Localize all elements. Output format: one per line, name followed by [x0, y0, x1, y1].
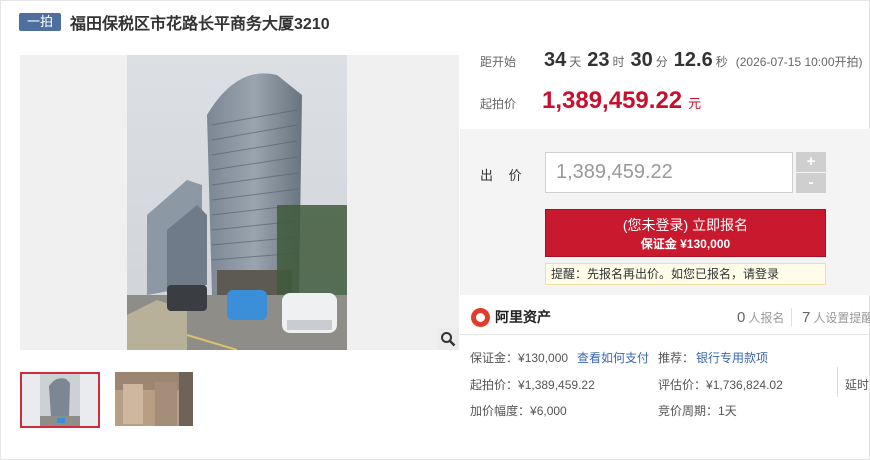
thumbnail-1[interactable]	[20, 372, 100, 428]
countdown-days-unit: 天	[569, 55, 582, 69]
magnifier-icon[interactable]	[437, 328, 459, 350]
ali-assets-logo-icon	[471, 307, 490, 327]
reminder-count: 7	[802, 309, 811, 326]
platform-name: 阿里资产	[495, 309, 551, 325]
platform-logo[interactable]: 阿里资产	[471, 307, 551, 327]
appraisal-info: 评估价：¥1,736,824.02	[658, 376, 783, 393]
bid-amount-input[interactable]	[545, 152, 793, 193]
countdown-hours-unit: 时	[612, 55, 625, 69]
thumbnail-building-image	[22, 374, 98, 426]
bid-panel: 出 价 + - (您未登录) 立即报名 保证金 ¥130,000 提醒：先报名再…	[460, 129, 870, 295]
increment-info: 加价幅度：¥6,000	[470, 402, 567, 419]
countdown-label: 距开始	[480, 55, 517, 69]
platform-bar: 阿里资产 0 人报名 7 人设置提醒	[460, 297, 870, 335]
countdown-minutes-unit: 分	[655, 55, 668, 69]
deposit-note: 保证金 ¥130,000	[640, 237, 731, 251]
bid-label: 出 价	[480, 168, 528, 183]
countdown-minutes: 30	[630, 49, 653, 71]
deposit-value: ¥130,000	[518, 351, 569, 365]
starting-price-row: 起拍价 1,389,459.22 元	[480, 87, 701, 115]
increase-bid-button[interactable]: +	[796, 152, 826, 172]
starting-price-label: 起拍价	[480, 97, 517, 111]
reminder-label: 人设置提醒	[813, 311, 870, 325]
bidding-cycle-label: 竞价周期：	[658, 404, 719, 418]
auction-type-tag: 一拍	[19, 13, 62, 31]
countdown-hours: 23	[587, 49, 610, 71]
signup-count: 0	[737, 309, 746, 326]
signup-label: 人报名	[748, 311, 785, 325]
bank-payment-link[interactable]: 银行专用款项	[696, 349, 768, 366]
bidding-cycle-info: 竞价周期：1天	[658, 402, 737, 419]
how-to-pay-link[interactable]: 查看如何支付	[577, 349, 649, 366]
bid-stepper: + -	[796, 152, 826, 193]
countdown: 距开始 34 天 23 时 30 分 12.6 秒 (2026-07-15 10…	[480, 49, 863, 72]
signup-stat: 0 人报名	[737, 309, 784, 326]
increment-value: ¥6,000	[530, 404, 567, 418]
price-unit: 元	[688, 96, 702, 111]
reminder-stat: 7 人设置提醒	[802, 309, 870, 326]
thumbnail-2[interactable]	[115, 372, 193, 426]
login-notice: 提醒：先报名再出价。如您已报名，请登录	[545, 263, 826, 285]
countdown-seconds: 12.6	[673, 49, 713, 71]
appraisal-label: 评估价：	[658, 378, 707, 392]
increment-label: 加价幅度：	[470, 404, 531, 418]
auction-card: 一拍 福田保税区市花路长平商务大厦3210 距开始 34 天 23 时 30 分…	[0, 0, 870, 460]
building-photo	[127, 55, 347, 350]
bidding-cycle-value: 1天	[718, 404, 737, 418]
delay-label: 延时	[845, 378, 870, 392]
detail-divider	[837, 367, 838, 397]
start-price-label: 起拍价：	[470, 378, 519, 392]
start-price-info: 起拍价：¥1,389,459.22	[470, 376, 595, 393]
countdown-days: 34	[544, 49, 567, 71]
start-price-value: ¥1,389,459.22	[518, 378, 595, 392]
deposit-info: 保证金：¥130,000	[470, 349, 568, 366]
stat-divider	[791, 308, 792, 326]
thumbnail-interior-image	[115, 372, 193, 426]
title-bar: 一拍 福田保税区市花路长平商务大厦3210	[19, 11, 330, 33]
main-image[interactable]	[20, 55, 459, 350]
recommend-label: 推荐：	[658, 351, 695, 365]
starting-price: 1,389,459.22	[542, 87, 683, 114]
countdown-seconds-unit: 秒	[715, 55, 728, 69]
page-title: 福田保税区市花路长平商务大厦3210	[70, 16, 330, 33]
deposit-label: 保证金：	[470, 351, 519, 365]
register-button-label: (您未登录) 立即报名	[622, 217, 749, 233]
register-button[interactable]: (您未登录) 立即报名 保证金 ¥130,000	[545, 209, 826, 257]
start-time: (2026-07-15 10:00开拍)	[735, 55, 863, 69]
decrease-bid-button[interactable]: -	[796, 173, 826, 193]
appraisal-value: ¥1,736,824.02	[706, 378, 783, 392]
